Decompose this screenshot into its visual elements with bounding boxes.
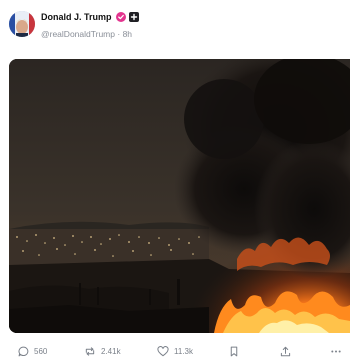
repost-count: 2.41k [101, 347, 121, 356]
heart-icon [157, 346, 169, 357]
plus-badge-icon [128, 12, 139, 22]
reply-count: 560 [34, 347, 48, 356]
post-media-image[interactable] [9, 59, 350, 333]
bookmark-action[interactable] [229, 345, 239, 358]
post-header: Donald J. Trump @realDonaldTrump · 8h [41, 10, 340, 40]
more-options-action[interactable] [330, 345, 342, 358]
post-card: Donald J. Trump @realDonaldTrump · 8h 56… [0, 0, 350, 358]
like-action[interactable]: 11.3k [157, 345, 193, 358]
share-upload-icon [280, 346, 291, 357]
post-action-bar: 560 2.41k 11.3k [0, 340, 350, 358]
comment-bubble-icon [18, 346, 29, 357]
bookmark-icon [230, 346, 238, 357]
like-count: 11.3k [174, 347, 193, 356]
more-dots-icon [331, 350, 341, 353]
post-timestamp[interactable]: 8h [123, 29, 132, 39]
repost-arrows-icon [85, 347, 95, 356]
verified-check-icon [115, 12, 126, 22]
repost-action[interactable]: 2.41k [84, 345, 121, 358]
share-action[interactable] [280, 345, 291, 358]
reply-action[interactable]: 560 [18, 345, 47, 358]
author-handle[interactable]: @realDonaldTrump [41, 29, 115, 39]
name-row: Donald J. Trump [41, 10, 340, 24]
author-display-name[interactable]: Donald J. Trump [41, 10, 112, 24]
post-meta: @realDonaldTrump · 8h [41, 28, 340, 40]
author-avatar[interactable] [9, 11, 35, 37]
